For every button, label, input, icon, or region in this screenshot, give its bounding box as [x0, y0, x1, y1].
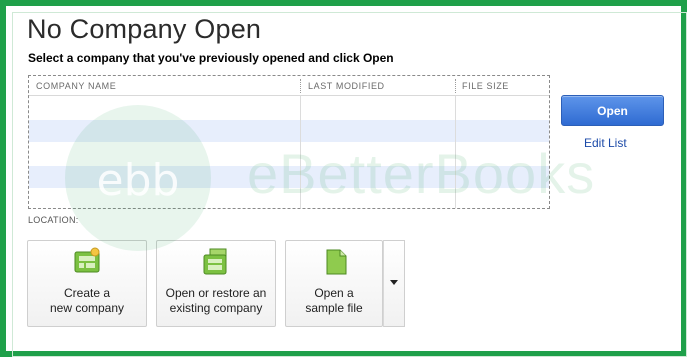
open-restore-company-label: Open or restore an existing company [165, 286, 267, 315]
column-rule [455, 96, 456, 208]
sample-file-dropdown-button[interactable] [383, 240, 405, 327]
column-header-last-modified[interactable]: LAST MODIFIED [308, 81, 385, 91]
new-company-icon [71, 246, 103, 283]
table-row[interactable] [29, 120, 549, 142]
column-divider[interactable] [455, 79, 456, 93]
sample-file-icon [320, 246, 352, 283]
open-sample-file-button[interactable]: Open a sample file [285, 240, 383, 327]
table-header: COMPANY NAME LAST MODIFIED FILE SIZE [29, 76, 549, 96]
open-restore-company-button[interactable]: Open or restore an existing company [156, 240, 276, 327]
open-button[interactable]: Open [561, 95, 664, 126]
page-title: No Company Open [27, 14, 262, 44]
page-subtitle: Select a company that you've previously … [28, 51, 394, 65]
table-row[interactable] [29, 143, 549, 165]
chevron-down-icon [390, 280, 398, 285]
table-row[interactable] [29, 97, 549, 119]
open-sample-file-label: Open a sample file [305, 286, 363, 315]
column-header-file-size[interactable]: FILE SIZE [462, 81, 509, 91]
table-row[interactable] [29, 189, 549, 208]
location-label: LOCATION: [28, 215, 79, 225]
column-rule [300, 96, 301, 208]
restore-company-icon [200, 246, 232, 283]
edit-list-link[interactable]: Edit List [584, 136, 627, 150]
open-button-label: Open [597, 103, 628, 118]
create-new-company-button[interactable]: Create a new company [27, 240, 147, 327]
table-row[interactable] [29, 166, 549, 188]
column-header-company-name[interactable]: COMPANY NAME [36, 81, 116, 91]
company-list-table[interactable]: COMPANY NAME LAST MODIFIED FILE SIZE [28, 75, 550, 209]
column-divider[interactable] [300, 79, 301, 93]
create-new-company-label: Create a new company [49, 286, 125, 315]
